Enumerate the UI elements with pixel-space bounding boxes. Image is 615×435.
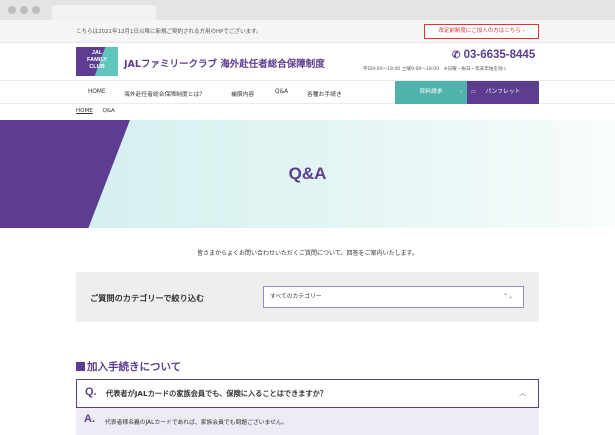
old-plan-link-button[interactable]: 改定前制度にご加入の方はこちら ›: [424, 24, 539, 39]
question-mark-label: Q.: [85, 386, 97, 398]
main-nav: HOME 海外赴任者総合保障制度とは？ 補償内容 Q&A 各種お手続き 資料請求…: [0, 80, 615, 104]
page-title: Q&A: [288, 164, 327, 183]
browser-chrome: [0, 0, 615, 20]
category-select-value: すべてのカテゴリー: [270, 294, 322, 300]
phone-number[interactable]: ✆ 03-6635-8445: [452, 49, 535, 61]
document-icon: ▭: [471, 89, 476, 95]
nav-item-coverage[interactable]: 補償内容: [231, 89, 254, 98]
window-maximize-dot[interactable]: [32, 6, 40, 14]
phone-number-text: 03-6635-8445: [463, 49, 536, 61]
nav-item-qa[interactable]: Q&A: [275, 89, 288, 95]
jal-family-club-logo[interactable]: JAL FAMILY CLUB: [76, 47, 118, 76]
faq-answer: A. 代表者様名義のJALカードであれば、家族会員でも問題ございません。: [76, 408, 539, 435]
category-select[interactable]: すべてのカテゴリー ⌃⌄: [263, 286, 524, 308]
section-heading: 加入手続きについて: [76, 359, 181, 374]
phone-icon: ✆: [452, 50, 461, 61]
notice-bar: こちらは2021年12月1日以降に新規ご契約される方用のHPでございます。 改定…: [0, 20, 615, 43]
breadcrumb-current: Q&A: [102, 108, 115, 114]
faq-question-toggle[interactable]: Q. 代表者がJALカードの家族会員でも、保険に入ることはできますか？ ︿: [76, 379, 539, 408]
hero-banner: Q&A: [0, 120, 615, 228]
category-filter: ご質問のカテゴリーで絞り込む すべてのカテゴリー ⌃⌄: [76, 272, 539, 322]
business-hours: 平日9:00〜19:00 土曜9:00〜18:00 ※日曜・祝日・年末年始を除く: [363, 67, 508, 72]
pamphlet-button[interactable]: ▭ パンフレット: [467, 81, 539, 104]
select-arrows-icon: ⌃⌄: [502, 293, 513, 300]
notice-text: こちらは2021年12月1日以降に新規ご契約される方用のHPでございます。: [76, 29, 262, 35]
pamphlet-label: パンフレット: [485, 89, 521, 95]
section-heading-text: 加入手続きについて: [87, 361, 182, 373]
breadcrumb-home-link[interactable]: HOME: [76, 108, 93, 114]
site-header: JAL FAMILY CLUB JALファミリークラブ 海外赴任者総合保障制度 …: [0, 43, 615, 80]
window-minimize-dot[interactable]: [20, 6, 28, 14]
intro-text: 皆さまからよくお問い合わせいただくご質問について、回答をご案内いたします。: [197, 250, 418, 257]
answer-mark-label: A.: [84, 413, 95, 425]
square-bullet-icon: [76, 362, 85, 371]
question-text: 代表者がJALカードの家族会員でも、保険に入ることはできますか？: [106, 389, 328, 398]
answer-text: 代表者様名義のJALカードであれば、家族会員でも問題ございません。: [105, 420, 288, 426]
site-title[interactable]: JALファミリークラブ 海外赴任者総合保障制度: [124, 56, 325, 70]
nav-item-about[interactable]: 海外赴任者総合保障制度とは？: [124, 89, 205, 98]
browser-tab[interactable]: [52, 5, 156, 20]
nav-item-home[interactable]: HOME: [88, 89, 106, 95]
nav-item-procedures[interactable]: 各種お手続き: [307, 89, 342, 98]
breadcrumb: HOME Q&A: [76, 108, 115, 114]
logo-text: JAL FAMILY CLUB: [87, 50, 107, 70]
request-docs-button[interactable]: 資料請求 ›: [395, 81, 467, 104]
chevron-up-icon: ︿: [519, 389, 526, 397]
arrow-right-icon: ›: [460, 89, 462, 95]
window-close-dot[interactable]: [8, 6, 16, 14]
request-docs-label: 資料請求: [419, 89, 443, 95]
filter-label: ご質問のカテゴリーで絞り込む: [90, 293, 205, 303]
